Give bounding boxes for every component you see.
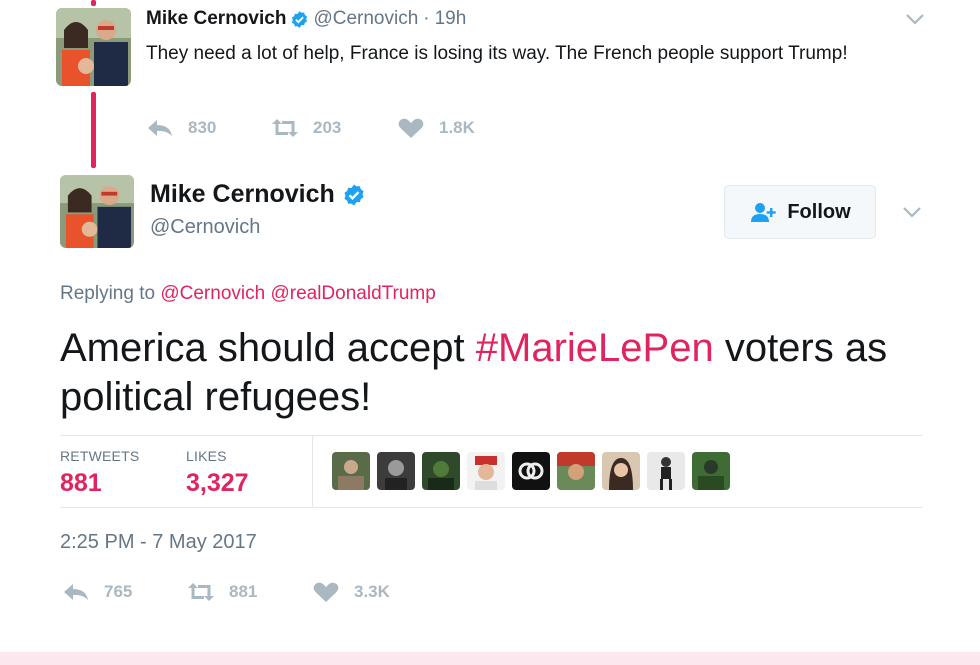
follow-label: Follow [787, 200, 851, 223]
page-bottom-band [0, 652, 980, 665]
add-user-icon [751, 203, 777, 222]
reply-button[interactable]: 830 [146, 117, 216, 139]
liker-avatar[interactable] [467, 452, 505, 490]
replying-prefix: Replying to [60, 283, 156, 304]
liker-avatar[interactable] [332, 452, 370, 490]
liker-avatar[interactable] [422, 452, 460, 490]
like-button[interactable]: 3.3K [312, 581, 390, 603]
tweet-time[interactable]: 19h [435, 8, 467, 30]
author-name[interactable]: Mike Cernovich [150, 180, 335, 209]
like-button[interactable]: 1.8K [397, 117, 475, 139]
thread-line [91, 92, 96, 168]
liker-avatars [332, 452, 737, 490]
tweet-text: They need a lot of help, France is losin… [146, 43, 848, 64]
like-count: 1.8K [439, 118, 475, 137]
thread-line-top [91, 0, 96, 6]
author-name[interactable]: Mike Cernovich [146, 8, 286, 30]
liker-avatar[interactable] [557, 452, 595, 490]
verified-badge-icon [342, 183, 366, 207]
avatar[interactable] [56, 8, 131, 86]
separator-dot: · [423, 8, 430, 29]
liker-avatar[interactable] [377, 452, 415, 490]
likes-label: LIKES [186, 448, 227, 464]
retweet-count: 203 [313, 118, 342, 137]
retweets-count[interactable]: 881 [60, 469, 102, 498]
divider [60, 435, 922, 436]
author-handle[interactable]: @Cernovich [150, 216, 260, 239]
reply-button[interactable]: 765 [62, 581, 132, 603]
reply-count: 830 [188, 118, 217, 137]
tweet-timestamp[interactable]: 2:25 PM - 7 May 2017 [60, 531, 257, 554]
follow-button[interactable]: Follow [724, 185, 876, 239]
retweet-icon [272, 119, 298, 137]
reply-count: 765 [104, 582, 133, 601]
liker-avatar[interactable] [647, 452, 685, 490]
heart-icon [313, 582, 339, 602]
mention-link[interactable]: @Cernovich [160, 283, 265, 304]
reply-icon [64, 584, 88, 600]
like-count: 3.3K [354, 582, 390, 601]
author-name-row: Mike Cernovich [150, 180, 370, 209]
tweet-text: America should accept #MarieLePen voters… [60, 324, 940, 422]
retweet-count: 881 [229, 582, 258, 601]
replying-to: Replying to @Cernovich @realDonaldTrump [60, 283, 436, 305]
liker-avatar[interactable] [602, 452, 640, 490]
liker-avatar[interactable] [692, 452, 730, 490]
parent-tweet-header: Mike Cernovich @Cernovich · 19h [146, 8, 466, 30]
verified-badge-icon [290, 10, 309, 29]
tweet-text-part: America should accept [60, 326, 476, 370]
liker-avatar[interactable] [512, 452, 550, 490]
retweet-button[interactable]: 203 [271, 117, 341, 139]
divider [60, 507, 922, 508]
reply-icon [148, 120, 172, 136]
heart-icon [398, 118, 424, 138]
hashtag-link[interactable]: #MarieLePen [476, 326, 714, 370]
avatar[interactable] [60, 175, 134, 248]
likes-count[interactable]: 3,327 [186, 469, 249, 498]
retweet-icon [188, 583, 214, 601]
retweets-label: RETWEETS [60, 448, 140, 464]
retweet-button[interactable]: 881 [187, 581, 257, 603]
stats-divider [312, 436, 313, 507]
chevron-down-icon[interactable] [902, 206, 922, 218]
author-handle[interactable]: @Cernovich [313, 8, 418, 30]
mention-link[interactable]: @realDonaldTrump [270, 283, 435, 304]
chevron-down-icon[interactable] [905, 13, 925, 25]
